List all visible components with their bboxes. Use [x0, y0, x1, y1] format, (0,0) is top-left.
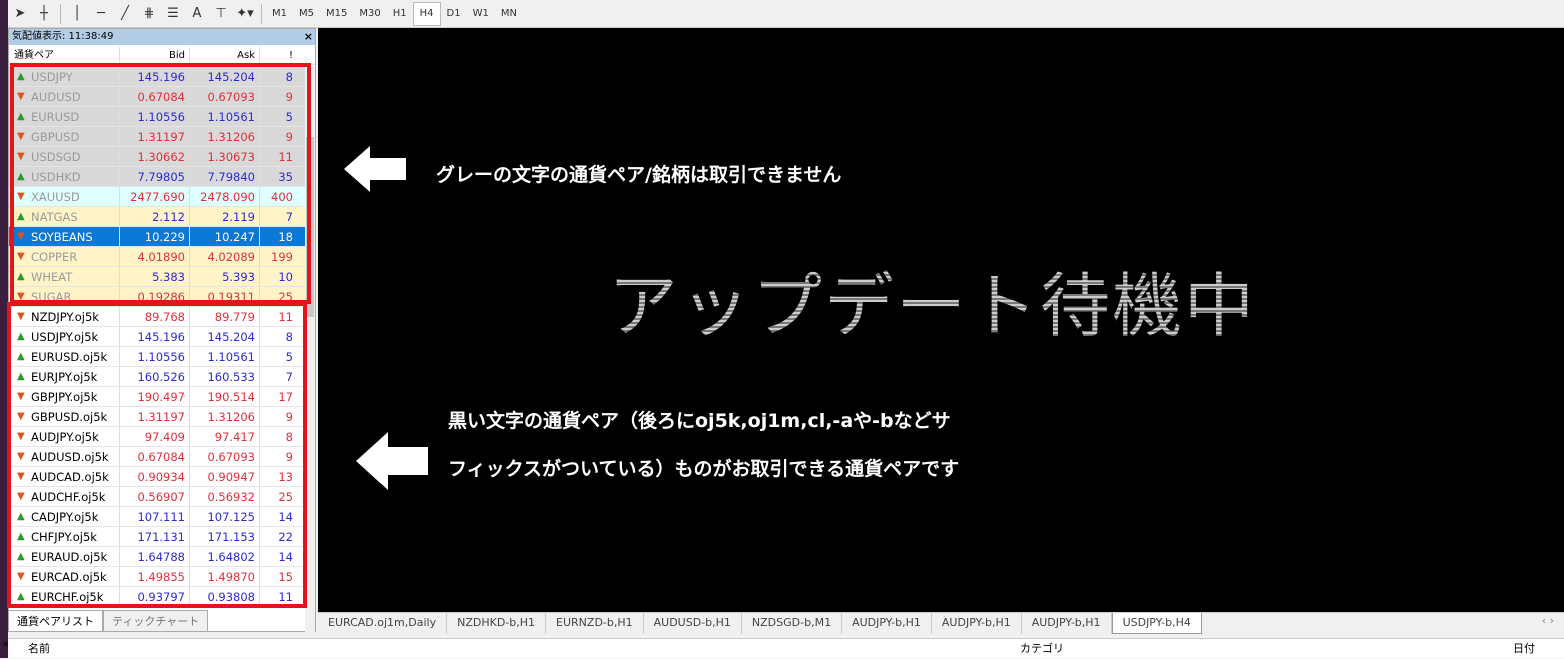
- chart-tab[interactable]: AUDUSD-b,H1: [644, 613, 742, 634]
- chart-tab[interactable]: EURNZD-b,H1: [546, 613, 644, 634]
- column-ask[interactable]: Ask: [189, 47, 259, 64]
- annotation-box-tradable: [7, 302, 307, 608]
- timeframe-h1[interactable]: H1: [387, 2, 413, 26]
- chart-tab[interactable]: AUDJPY-b,H1: [1022, 613, 1112, 634]
- timeframe-m30[interactable]: M30: [353, 2, 386, 26]
- chart-tab[interactable]: NZDSGD-b,M1: [742, 613, 843, 634]
- annotation-untradable: グレーの文字の通貨ペア/銘柄は取引できません: [436, 164, 842, 186]
- trend-line-icon[interactable]: ╱: [113, 2, 137, 26]
- chart-tabs: EURCAD.oj1m,Daily NZDHKD-b,H1 EURNZD-b,H1 A…: [318, 612, 1564, 634]
- tab-tick-chart[interactable]: ティックチャート: [103, 610, 209, 632]
- timeframe-m5[interactable]: M5: [293, 2, 320, 26]
- shapes-dropdown-icon[interactable]: ✦▾: [233, 2, 257, 26]
- chart-area[interactable]: アップデート待機中 グレーの文字の通貨ペア/銘柄は取引できません 黒い文字の通貨…: [318, 28, 1564, 612]
- chart-status-text: アップデート待機中: [608, 250, 1256, 351]
- tab-scroll-icon[interactable]: ‹ ›: [1542, 614, 1554, 627]
- text-tool-icon[interactable]: A: [185, 2, 209, 26]
- annotation-box-untradable: [10, 63, 311, 304]
- arrow-left-icon: [356, 432, 428, 490]
- toolbar: ➤ ┼ │ ─ ╱ ⋕ ☰ A ⊤ ✦▾ M1 M5 M15 M30 H1 H4 D1 W1 M…: [8, 0, 1564, 28]
- chart-tab[interactable]: NZDHKD-b,H1: [447, 613, 547, 634]
- column-symbol[interactable]: 通貨ペア: [9, 47, 119, 64]
- tab-symbol-list[interactable]: 通貨ペアリスト: [8, 610, 103, 632]
- annotation-tradable-line1: 黒い文字の通貨ペア（後ろにoj5k,oj1m,cl,-aや-bなどサ: [448, 410, 951, 432]
- market-watch-title: 気配値表示: 11:38:49: [9, 29, 315, 45]
- channel-icon[interactable]: ☰: [161, 2, 185, 26]
- chart-tab[interactable]: EURCAD.oj1m,Daily: [318, 613, 448, 634]
- timeframe-w1[interactable]: W1: [467, 2, 495, 26]
- vertical-line-icon[interactable]: │: [65, 2, 89, 26]
- cursor-tool-icon[interactable]: ➤: [8, 2, 32, 26]
- column-spread[interactable]: !: [259, 47, 297, 64]
- toolbar-divider: [261, 3, 262, 24]
- timeframe-bar: M1 M5 M15 M30 H1 H4 D1 W1 MN: [266, 1, 523, 26]
- timeframe-h4[interactable]: H4: [412, 1, 441, 26]
- column-name[interactable]: 名前: [28, 639, 50, 659]
- chart-tab[interactable]: AUDJPY-b,H1: [932, 613, 1022, 634]
- bottom-panel: × 名前 カテゴリ 日付: [2, 638, 1564, 659]
- market-watch-tabs: 通貨ペアリスト ティックチャート: [8, 610, 209, 632]
- close-icon[interactable]: ×: [2, 635, 10, 655]
- crosshair-tool-icon[interactable]: ┼: [32, 2, 56, 26]
- timeframe-mn[interactable]: MN: [495, 2, 523, 26]
- column-bid[interactable]: Bid: [119, 47, 189, 64]
- close-icon[interactable]: ×: [304, 29, 313, 45]
- annotation-tradable-line2: フィックスがついている）ものがお取引できる通貨ペアです: [448, 458, 960, 480]
- horizontal-line-icon[interactable]: ─: [89, 2, 113, 26]
- chart-tab[interactable]: USDJPY-b,H4: [1111, 613, 1202, 634]
- toolbar-divider: [60, 3, 61, 24]
- text-label-icon[interactable]: ⊤: [209, 2, 233, 26]
- column-category[interactable]: カテゴリ: [1020, 639, 1064, 659]
- timeframe-m15[interactable]: M15: [320, 2, 353, 26]
- chart-tab[interactable]: AUDJPY-b,H1: [842, 613, 932, 634]
- timeframe-d1[interactable]: D1: [441, 2, 467, 26]
- fibonacci-icon[interactable]: ⋕: [137, 2, 161, 26]
- timeframe-m1[interactable]: M1: [266, 2, 293, 26]
- arrow-left-icon: [344, 146, 406, 192]
- column-date[interactable]: 日付: [1513, 639, 1535, 659]
